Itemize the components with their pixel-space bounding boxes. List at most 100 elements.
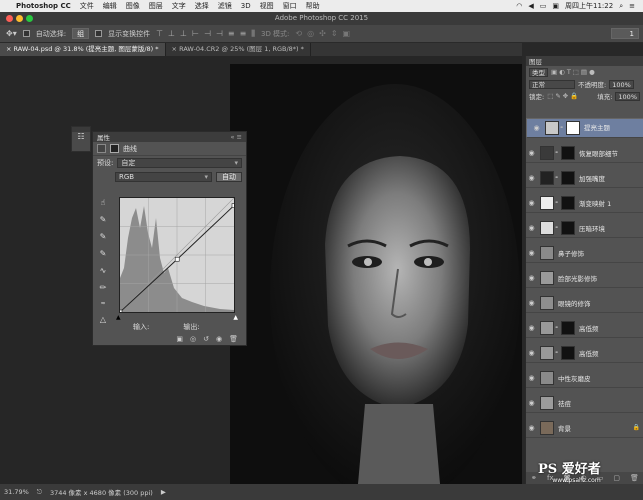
tab-raw04-psd[interactable]: × RAW-04.psd @ 31.8% (提亮主题, 图层蒙版/8) * xyxy=(0,43,166,56)
view-previous-icon[interactable]: ◎ xyxy=(190,335,196,343)
input-method-icon[interactable]: ▣ xyxy=(552,2,559,10)
delete-layer-icon[interactable]: 🗑 xyxy=(630,474,639,482)
layer-row[interactable]: ◉ 鼻子修饰 xyxy=(526,243,643,263)
layer-visibility-icon[interactable]: ◉ xyxy=(526,199,537,207)
layer-row[interactable]: ◉ ⚭ 高低频 xyxy=(526,343,643,363)
layer-thumbnail[interactable] xyxy=(540,395,554,410)
layer-thumbnail[interactable] xyxy=(540,270,554,285)
export-icon[interactable]: ⎋ xyxy=(37,488,42,497)
layer-mask-thumbnail[interactable] xyxy=(561,145,575,160)
menu-select[interactable]: 选择 xyxy=(195,1,209,11)
layer-thumbnail[interactable] xyxy=(540,295,554,310)
menu-type[interactable]: 文字 xyxy=(172,1,186,11)
tab-raw04-cr2[interactable]: × RAW-04.CR2 @ 25% (图层 1, RGB/8*) * xyxy=(166,43,311,56)
layer-row[interactable]: ◉ ⚭ 渐变映射 1 xyxy=(526,193,643,213)
document-info[interactable]: 3744 像素 x 4680 像素 (300 ppi) xyxy=(50,487,153,497)
zoom-window-button[interactable] xyxy=(26,15,33,22)
clip-to-layer-icon[interactable]: ▣ xyxy=(176,335,183,343)
mask-link-icon[interactable]: ⚭ xyxy=(554,200,559,206)
layer-visibility-icon[interactable]: ◉ xyxy=(526,274,537,282)
auto-button[interactable]: 自动 xyxy=(216,172,242,182)
menu-clock[interactable]: 周四上午11:22 xyxy=(565,1,613,11)
menu-view[interactable]: 视图 xyxy=(260,1,274,11)
properties-panel-icon[interactable]: ☷ xyxy=(72,132,90,141)
new-layer-icon[interactable]: ▢ xyxy=(613,474,620,482)
menu-filter[interactable]: 滤镜 xyxy=(218,1,232,11)
layer-row[interactable]: ◉ ⚭ 高低频 xyxy=(526,318,643,338)
layer-row[interactable]: ◉ 祛痘 xyxy=(526,393,643,413)
clipping-warning-icon[interactable]: △ xyxy=(100,315,106,324)
layer-mask-thumbnail[interactable] xyxy=(566,121,580,135)
layer-row[interactable]: ◉ 脸部光影修饰 xyxy=(526,268,643,288)
filter-icons[interactable]: ▣◐T⬚▤● xyxy=(551,68,597,76)
menu-window[interactable]: 窗口 xyxy=(283,1,297,11)
layer-visibility-icon[interactable]: ◉ xyxy=(526,399,537,407)
layer-thumbnail[interactable] xyxy=(545,121,559,135)
mask-link-icon[interactable]: ⚭ xyxy=(554,325,559,331)
curve-control-point[interactable] xyxy=(231,203,237,208)
menu-help[interactable]: 帮助 xyxy=(306,1,320,11)
mask-link-icon[interactable]: ⚭ xyxy=(554,150,559,156)
layer-mask-thumbnail[interactable] xyxy=(561,195,575,210)
fill-input[interactable]: 100% xyxy=(615,91,640,101)
layer-row[interactable]: ◉ ⚭ 恢复眼部细节 xyxy=(526,143,643,163)
layer-row[interactable]: ◉ 中性灰磨皮 xyxy=(526,368,643,388)
gray-point-eyedropper-icon[interactable]: ✎ xyxy=(100,232,107,241)
show-transform-checkbox[interactable] xyxy=(95,30,103,37)
pencil-draw-icon[interactable]: ✏ xyxy=(100,283,107,292)
delete-icon[interactable]: 🗑 xyxy=(229,335,238,343)
align-icons[interactable]: ⊤ ⊥ ⊥ ⊢ ⊣ ⊣ ≡ ≡ ⫼ xyxy=(156,29,255,39)
edit-points-icon[interactable]: ∿ xyxy=(100,266,107,275)
white-point-eyedropper-icon[interactable]: ✎ xyxy=(100,249,107,258)
layer-visibility-icon[interactable]: ◉ xyxy=(526,174,537,182)
input-slider[interactable]: ▲ ▲ xyxy=(116,314,238,321)
battery-icon[interactable]: ▭ xyxy=(540,2,547,10)
layer-visibility-icon[interactable]: ◉ xyxy=(526,374,537,382)
curves-svg[interactable] xyxy=(117,197,237,315)
zoom-level[interactable]: 31.79% xyxy=(4,488,29,496)
3d-mode-icons[interactable]: ⟲ ◎ ✣ ⇕ ▣ xyxy=(295,29,350,38)
layer-row[interactable]: ◉ 眼镜的修饰 xyxy=(526,293,643,313)
layer-thumbnail[interactable] xyxy=(540,220,554,235)
layer-thumbnail[interactable] xyxy=(540,245,554,260)
layer-visibility-icon[interactable]: ◉ xyxy=(526,224,537,232)
link-layers-icon[interactable]: ⚭ xyxy=(531,474,537,482)
wifi-icon[interactable]: ◠ xyxy=(516,2,522,10)
auto-select-checkbox[interactable] xyxy=(22,30,30,37)
mask-icon[interactable] xyxy=(110,144,119,153)
tab-close-icon[interactable]: × xyxy=(172,45,180,53)
menu-image[interactable]: 图像 xyxy=(126,1,140,11)
black-slider-icon[interactable]: ▲ xyxy=(116,314,121,321)
layer-thumbnail[interactable] xyxy=(540,195,554,210)
mask-link-icon[interactable]: ⚭ xyxy=(559,123,564,133)
mask-link-icon[interactable]: ⚭ xyxy=(554,175,559,181)
layer-visibility-icon[interactable]: ◉ xyxy=(526,249,537,257)
layer-kind-dropdown[interactable]: 类型 xyxy=(529,67,548,77)
layer-thumbnail[interactable] xyxy=(540,345,554,360)
layer-thumbnail[interactable] xyxy=(540,145,554,160)
layer-row[interactable]: ◉ 背景 🔒 xyxy=(526,418,643,438)
mask-link-icon[interactable]: ⚭ xyxy=(554,350,559,356)
layer-thumbnail[interactable] xyxy=(540,320,554,335)
menu-layer[interactable]: 图层 xyxy=(149,1,163,11)
layer-row[interactable]: ◉ ⚭ 加强嘴度 xyxy=(526,168,643,188)
layer-thumbnail[interactable] xyxy=(540,370,554,385)
menu-3d[interactable]: 3D xyxy=(241,2,251,10)
layer-mask-thumbnail[interactable] xyxy=(561,220,575,235)
curve-control-point[interactable] xyxy=(117,309,123,315)
tab-close-icon[interactable]: × xyxy=(6,45,14,53)
move-tool-icon[interactable]: ✥▾ xyxy=(6,29,17,38)
layer-mask-thumbnail[interactable] xyxy=(561,170,575,185)
visibility-icon[interactable]: ◉ xyxy=(216,335,222,343)
layer-visibility-icon[interactable]: ◉ xyxy=(531,123,542,133)
volume-icon[interactable]: ◀ xyxy=(528,2,533,10)
search-icon[interactable]: ⌕ xyxy=(619,2,623,11)
status-arrow-icon[interactable]: ▶ xyxy=(161,488,166,496)
layer-thumbnail[interactable] xyxy=(540,170,554,185)
layer-row[interactable]: ◉ ⚭ 压暗环境 xyxy=(526,218,643,238)
black-point-eyedropper-icon[interactable]: ✎ xyxy=(100,215,107,224)
smooth-curve-icon[interactable]: ≈ xyxy=(100,300,105,307)
preset-dropdown[interactable]: 自定 xyxy=(117,158,242,168)
portrait-photo[interactable] xyxy=(230,64,522,484)
workspace-select[interactable]: 1 xyxy=(611,28,639,39)
